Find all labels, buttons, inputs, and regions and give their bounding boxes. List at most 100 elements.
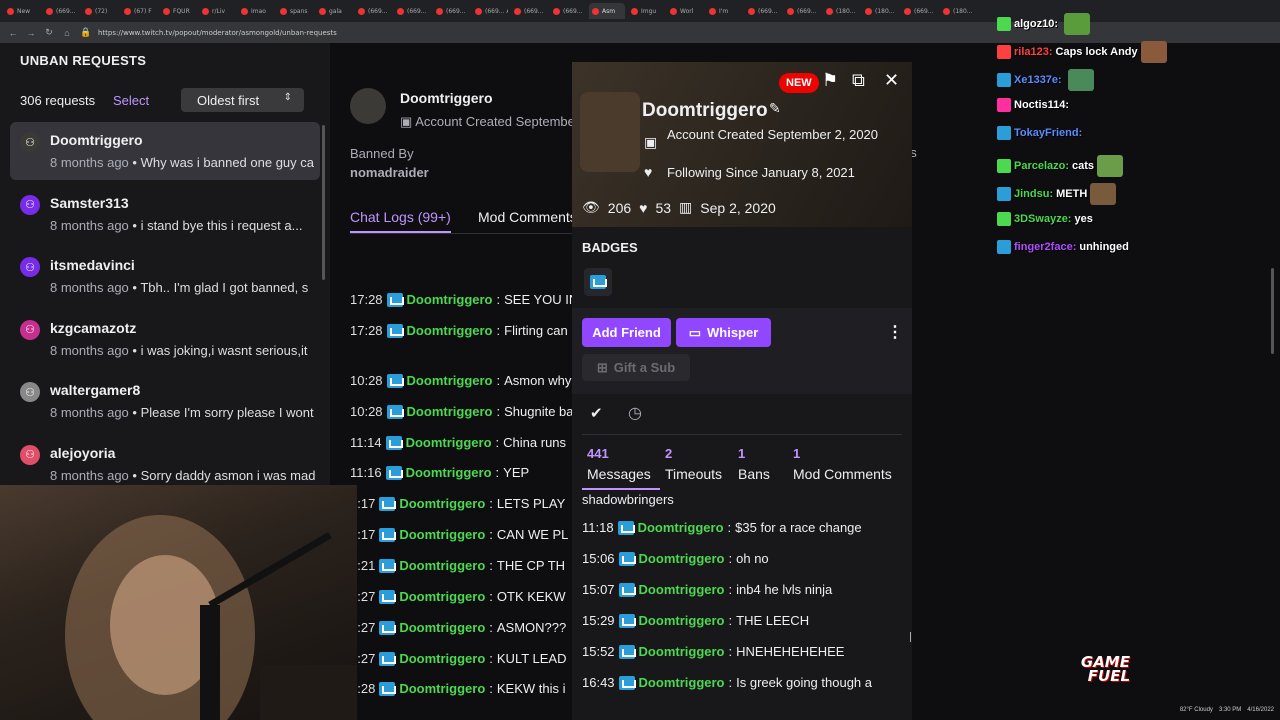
select-link[interactable]: Select: [113, 93, 149, 108]
log-message: Asmon why: [504, 373, 572, 388]
request-time: 8 months ago: [50, 217, 129, 233]
browser-tab[interactable]: (180...: [940, 3, 976, 19]
log-username[interactable]: Doomtriggero: [399, 589, 485, 604]
browser-tab[interactable]: New: [4, 3, 40, 19]
message-username[interactable]: Doomtriggero: [639, 582, 725, 597]
log-username[interactable]: Doomtriggero: [399, 527, 485, 542]
message-username[interactable]: Doomtriggero: [639, 644, 725, 659]
gift-sub-button[interactable]: ⊞ Gift a Sub: [582, 354, 690, 381]
log-username[interactable]: Doomtriggero: [399, 651, 485, 666]
browser-tab[interactable]: Asm: [589, 3, 625, 19]
reload-icon[interactable]: ↻: [44, 27, 54, 38]
url-text[interactable]: https://www.twitch.tv/popout/moderator/a…: [98, 29, 337, 37]
right-scrollbar[interactable]: [1271, 268, 1274, 354]
log-username[interactable]: Doomtriggero: [399, 496, 485, 511]
browser-tab[interactable]: (180...: [862, 3, 898, 19]
request-message: • Sorry daddy asmon i was mad: [132, 467, 316, 483]
log-message: YEP: [503, 465, 530, 480]
popout-icon[interactable]: ⧉: [852, 70, 865, 91]
log-message: ASMON???: [496, 620, 567, 635]
tab-favicon-icon: [358, 7, 365, 15]
tab-label: I'm: [719, 7, 729, 15]
tab-label: (669...: [797, 7, 817, 15]
log-username[interactable]: Doomtriggero: [406, 435, 492, 450]
tab-label: (669...: [914, 7, 934, 15]
log-username[interactable]: Doomtriggero: [399, 681, 485, 696]
badges-header: BADGES: [582, 240, 638, 255]
stat-tab[interactable]: 1 Mod Comments: [793, 446, 892, 482]
card-username[interactable]: Doomtriggero: [642, 100, 768, 122]
request-username: alejoyoria: [50, 444, 116, 461]
check-icon[interactable]: ✔: [590, 404, 603, 422]
browser-tab[interactable]: Imao: [238, 3, 274, 19]
request-item[interactable]: ⚇ alejoyoria 8 months ago • Sorry daddy as…: [10, 435, 320, 493]
browser-tab[interactable]: (67) F: [121, 3, 157, 19]
tab-label: (669...: [368, 7, 388, 15]
browser-tab[interactable]: Imgu: [628, 3, 664, 19]
home-icon[interactable]: ⌂: [62, 28, 72, 38]
browser-tab[interactable]: (669... AUTOM: [472, 3, 508, 19]
log-username[interactable]: Doomtriggero: [399, 620, 485, 635]
browser-tab[interactable]: (669...: [745, 3, 781, 19]
browser-tab[interactable]: I'm: [706, 3, 742, 19]
request-message: • Tbh.. I'm glad I got banned, s: [132, 280, 309, 295]
more-options-icon[interactable]: ⋮: [887, 322, 903, 342]
partial-message: shadowbringers: [582, 492, 674, 507]
browser-tab[interactable]: (669...: [433, 3, 469, 19]
close-icon[interactable]: ✕: [884, 70, 899, 91]
browser-tab[interactable]: spans: [277, 3, 313, 19]
log-message: KULT LEAD: [496, 651, 567, 666]
browser-tab[interactable]: Worl: [667, 3, 703, 19]
log-username[interactable]: Doomtriggero: [407, 404, 493, 419]
forward-icon[interactable]: →: [26, 28, 36, 38]
message-username[interactable]: Doomtriggero: [638, 520, 724, 535]
request-item[interactable]: ⚇ Samster313 8 months ago • i stand bye th…: [10, 185, 320, 243]
card-scrollbar[interactable]: [910, 632, 911, 642]
clock-icon[interactable]: ◷: [628, 403, 642, 423]
report-flag-icon[interactable]: ⚑: [822, 70, 838, 91]
log-username[interactable]: Doomtriggero: [399, 558, 485, 573]
tab-favicon-icon: [631, 7, 638, 15]
message-time: 15:07: [582, 582, 615, 597]
chat-badge-icon: [997, 45, 1011, 59]
log-username[interactable]: Doomtriggero: [407, 292, 493, 307]
request-item[interactable]: ⚇ Doomtriggero 8 months ago • Why was i ba…: [10, 122, 320, 180]
tab-mod-comments[interactable]: Mod Comments: [478, 209, 575, 225]
moderator-badge-icon: [379, 527, 397, 542]
log-username[interactable]: Doomtriggero: [407, 373, 493, 388]
back-icon[interactable]: ←: [8, 28, 18, 38]
browser-tab[interactable]: r/Liv: [199, 3, 235, 19]
log-username[interactable]: Doomtriggero: [407, 323, 493, 338]
stat-tab[interactable]: 1 Bans: [738, 446, 770, 482]
log-message: LETS PLAY: [496, 496, 566, 511]
left-scrollbar[interactable]: [322, 125, 325, 280]
stat-tab[interactable]: 2 Timeouts: [665, 446, 722, 482]
request-item[interactable]: ⚇ itsmedavinci 8 months ago • Tbh.. I'm gl…: [10, 247, 320, 305]
overlay-message: Caps lock Andy: [1055, 46, 1138, 58]
browser-tab[interactable]: FQUR: [160, 3, 196, 19]
tab-chat-logs[interactable]: Chat Logs (99+): [350, 209, 451, 233]
message-username[interactable]: Doomtriggero: [639, 613, 725, 628]
browser-tab[interactable]: (669...: [784, 3, 820, 19]
message-username[interactable]: Doomtriggero: [639, 675, 725, 690]
browser-tab[interactable]: (72): [82, 3, 118, 19]
message-username[interactable]: Doomtriggero: [639, 551, 725, 566]
log-time: 10:28: [350, 373, 383, 388]
browser-tab[interactable]: (669...: [355, 3, 391, 19]
log-username[interactable]: Doomtriggero: [406, 465, 492, 480]
stat-tab[interactable]: 441 Messages: [587, 446, 651, 482]
request-item[interactable]: ⚇ waltergamer8 8 months ago • Please I'm s…: [10, 372, 320, 430]
moderator-badge-icon: [386, 373, 404, 388]
request-item[interactable]: ⚇ kzgcamazotz 8 months ago • i was joking,…: [10, 310, 320, 368]
browser-tab[interactable]: (669...: [394, 3, 430, 19]
sort-dropdown[interactable]: Oldest first ⇕: [181, 88, 304, 112]
browser-tab[interactable]: (180...: [823, 3, 859, 19]
edit-pencil-icon[interactable]: ✎: [769, 100, 781, 117]
add-friend-button[interactable]: Add Friend: [582, 318, 671, 347]
browser-tab[interactable]: gala: [316, 3, 352, 19]
browser-tab[interactable]: (669...: [550, 3, 586, 19]
browser-tab[interactable]: (669...: [511, 3, 547, 19]
browser-tab[interactable]: (669...: [43, 3, 79, 19]
browser-tab[interactable]: (669...: [901, 3, 937, 19]
whisper-button[interactable]: ▭ Whisper: [676, 318, 771, 347]
